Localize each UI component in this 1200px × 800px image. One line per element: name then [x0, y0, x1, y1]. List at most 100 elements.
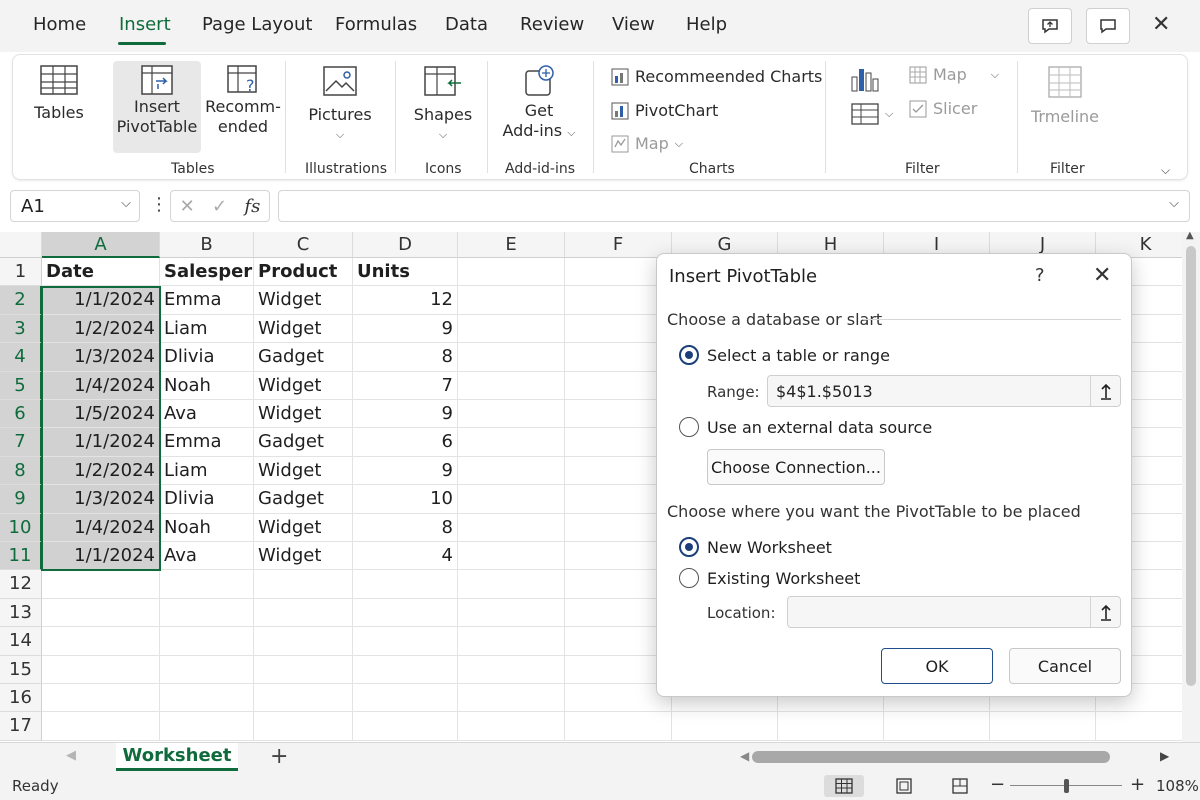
- sheet-tab-worksheet[interactable]: Worksheet: [116, 743, 238, 771]
- cell-e2[interactable]: [458, 286, 565, 315]
- cell-d17[interactable]: [353, 712, 458, 741]
- zoom-in-button[interactable]: +: [1130, 774, 1145, 795]
- cell-e4[interactable]: [458, 343, 565, 372]
- cell-e6[interactable]: [458, 400, 565, 429]
- cell-b16[interactable]: [160, 684, 254, 713]
- tab-insert[interactable]: Insert: [119, 14, 171, 35]
- cell-d11[interactable]: 4: [353, 542, 458, 571]
- radio-existing-worksheet[interactable]: Existing Worksheet: [679, 568, 860, 588]
- cell-e13[interactable]: [458, 598, 565, 628]
- cell-c4[interactable]: Gadget: [254, 343, 353, 372]
- radio-table-range[interactable]: Select a table or range: [679, 345, 890, 365]
- cell-d8[interactable]: 9: [353, 456, 458, 486]
- cell-b15[interactable]: [160, 655, 254, 684]
- row-header-17[interactable]: 17: [0, 712, 42, 741]
- cell-a3[interactable]: 1/2/2024: [42, 314, 160, 344]
- zoom-out-button[interactable]: −: [990, 774, 1005, 795]
- cell-a8[interactable]: 1/2/2024: [42, 456, 160, 486]
- cell-d10[interactable]: 8: [353, 513, 458, 542]
- cell-e3[interactable]: [458, 314, 565, 344]
- cell-b2[interactable]: Emma: [160, 286, 254, 315]
- cell-c15[interactable]: [254, 655, 353, 684]
- tab-view[interactable]: View: [612, 14, 655, 35]
- recommended-charts-button[interactable]: Recommeended Charts: [611, 67, 822, 86]
- cell-e5[interactable]: [458, 371, 565, 400]
- cell-b3[interactable]: Liam: [160, 314, 254, 344]
- cell-a17[interactable]: [42, 712, 160, 741]
- cell-b6[interactable]: Ava: [160, 400, 254, 429]
- cell-d4[interactable]: 8: [353, 343, 458, 372]
- tab-formulas[interactable]: Formulas: [335, 14, 417, 35]
- cancel-button[interactable]: Cancel: [1009, 648, 1121, 684]
- cell-a6[interactable]: 1/5/2024: [42, 400, 160, 429]
- row-header-2[interactable]: 2: [0, 286, 42, 315]
- cell-a12[interactable]: [42, 570, 160, 599]
- tables-button[interactable]: Tables: [31, 65, 87, 123]
- row-header-5[interactable]: 5: [0, 371, 42, 400]
- cell-a9[interactable]: 1/3/2024: [42, 485, 160, 514]
- row-header-15[interactable]: 15: [0, 655, 42, 684]
- row-header-11[interactable]: 11: [0, 542, 42, 571]
- column-header-e[interactable]: E: [458, 232, 565, 258]
- chevron-down-icon[interactable]: ⌵: [121, 196, 131, 211]
- cell-b5[interactable]: Noah: [160, 371, 254, 400]
- cell-d2[interactable]: 12: [353, 286, 458, 315]
- row-header-8[interactable]: 8: [0, 456, 42, 486]
- cell-e7[interactable]: [458, 428, 565, 457]
- cell-b12[interactable]: [160, 570, 254, 599]
- range-input[interactable]: $4$1.$5013: [767, 375, 1121, 407]
- cell-e8[interactable]: [458, 456, 565, 486]
- row-header-14[interactable]: 14: [0, 627, 42, 656]
- cell-e17[interactable]: [458, 712, 565, 741]
- cell-i17[interactable]: [884, 712, 990, 741]
- cell-e10[interactable]: [458, 513, 565, 542]
- cell-c16[interactable]: [254, 684, 353, 713]
- collapse-dialog-icon[interactable]: [1090, 597, 1120, 627]
- cell-a10[interactable]: 1/4/2024: [42, 513, 160, 542]
- tab-data[interactable]: Data: [445, 14, 488, 35]
- get-addins-button[interactable]: Get Add-ins ⌵: [499, 65, 579, 143]
- cell-d16[interactable]: [353, 684, 458, 713]
- radio-selected-icon[interactable]: [679, 345, 699, 365]
- cell-d3[interactable]: 9: [353, 314, 458, 344]
- cell-d9[interactable]: 10: [353, 485, 458, 514]
- cell-b4[interactable]: Dlivia: [160, 343, 254, 372]
- formula-input[interactable]: ⌵: [278, 190, 1190, 222]
- cell-a11[interactable]: 1/1/2024: [42, 542, 160, 571]
- check-icon[interactable]: ✓: [212, 196, 227, 217]
- cell-c17[interactable]: [254, 712, 353, 741]
- cell-a7[interactable]: 1/1/2024: [42, 428, 160, 457]
- cell-a2[interactable]: 1/1/2024: [42, 286, 160, 315]
- vertical-scroll-thumb[interactable]: [1186, 246, 1196, 686]
- cell-b10[interactable]: Noah: [160, 513, 254, 542]
- cell-b7[interactable]: Emma: [160, 428, 254, 457]
- cell-e11[interactable]: [458, 542, 565, 571]
- cell-d14[interactable]: [353, 627, 458, 656]
- choose-connection-button[interactable]: Choose Connection...: [707, 449, 885, 485]
- zoom-slider-thumb[interactable]: [1064, 779, 1069, 793]
- cell-a5[interactable]: 1/4/2024: [42, 371, 160, 400]
- cell-a14[interactable]: [42, 627, 160, 656]
- cell-a15[interactable]: [42, 655, 160, 684]
- cell-c7[interactable]: Gadget: [254, 428, 353, 457]
- cell-g17[interactable]: [672, 712, 778, 741]
- timeline-button[interactable]: Trmeline: [1025, 65, 1105, 127]
- page-break-view-button[interactable]: [940, 775, 980, 797]
- collapse-ribbon-icon[interactable]: ⌵: [1161, 163, 1170, 178]
- cell-c10[interactable]: Widget: [254, 513, 353, 542]
- map-chart-button[interactable]: Map ⌵: [611, 134, 683, 153]
- share-button[interactable]: [1028, 8, 1072, 44]
- cell-a1[interactable]: Date: [42, 258, 160, 287]
- recommended-pivottables-button[interactable]: ? Recomm- ended: [203, 65, 283, 137]
- row-header-9[interactable]: 9: [0, 485, 42, 514]
- zoom-level[interactable]: 108%: [1156, 777, 1199, 795]
- cell-c3[interactable]: Widget: [254, 314, 353, 344]
- column-header-b[interactable]: B: [160, 232, 254, 258]
- cell-c5[interactable]: Widget: [254, 371, 353, 400]
- scroll-up-icon[interactable]: ▲: [1186, 230, 1194, 241]
- cell-c9[interactable]: Gadget: [254, 485, 353, 514]
- cell-e9[interactable]: [458, 485, 565, 514]
- location-input[interactable]: [787, 596, 1121, 628]
- scroll-left-arrow-icon[interactable]: ◀: [740, 749, 749, 763]
- cell-b13[interactable]: [160, 598, 254, 628]
